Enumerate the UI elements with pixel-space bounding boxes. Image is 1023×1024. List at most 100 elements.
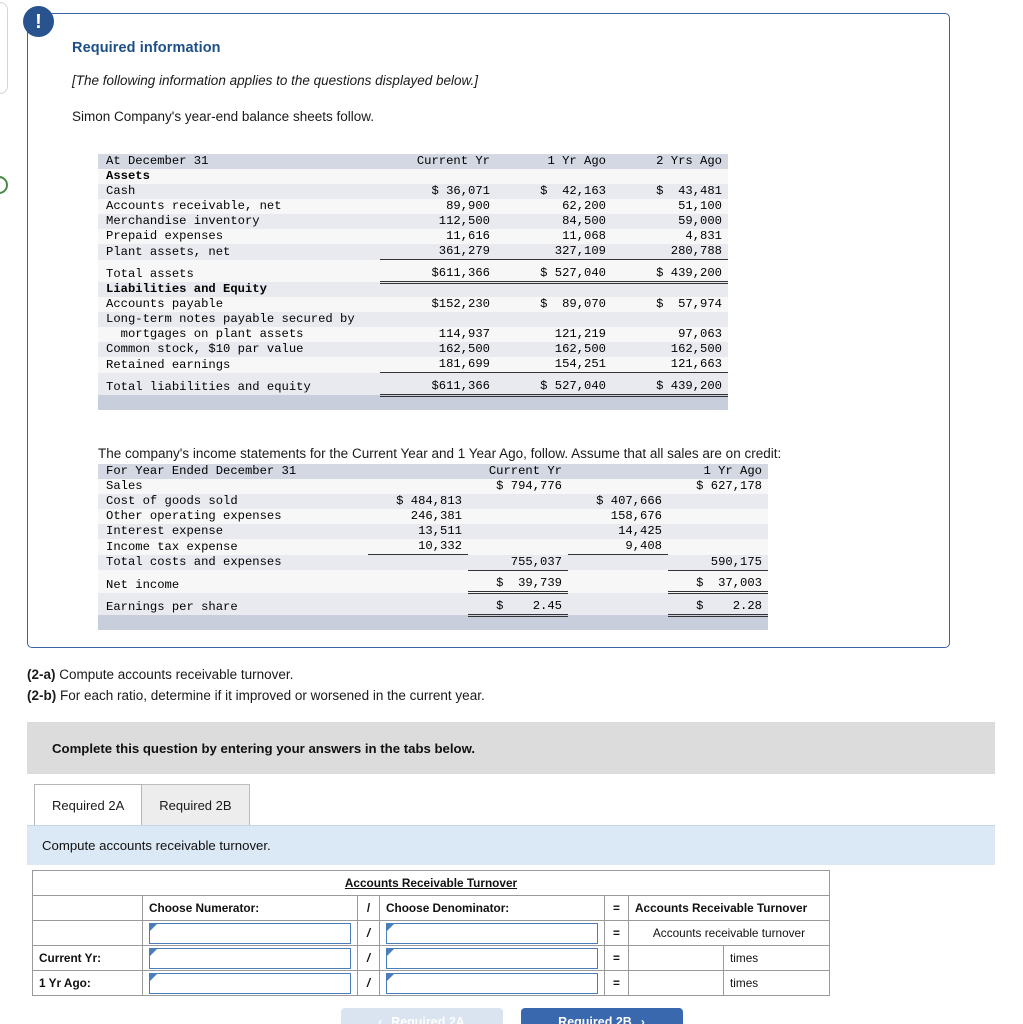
- row-label: Total costs and expenses: [106, 555, 282, 569]
- table-row: Total liabilities and equity $611,366 $ …: [98, 378, 728, 397]
- wizard-navigation: ‹ Required 2A Required 2B ›: [0, 1008, 1023, 1024]
- answer-row-label: [32, 920, 143, 946]
- denominator-select-0[interactable]: [386, 922, 598, 944]
- row-label: Earnings per share: [106, 600, 238, 614]
- answer-header-blank: [32, 895, 143, 921]
- denominator-cell-1[interactable]: [379, 945, 605, 971]
- table-row: Other operating expenses 246,381 158,676: [98, 509, 768, 524]
- table-row: Earnings per share $ 2.45 $ 2.28: [98, 598, 768, 617]
- table-footer-bar: [98, 395, 728, 410]
- bs-header-2yr: 2 Yrs Ago: [612, 154, 728, 169]
- result-value-2[interactable]: [628, 970, 724, 996]
- instruction-banner: Complete this question by entering your …: [27, 722, 995, 774]
- table-row: 1 Yr Ago: / = times: [32, 970, 830, 996]
- cell-value: 112,500: [438, 214, 490, 228]
- cell-value: $ 527,040: [496, 265, 612, 284]
- numerator-cell-0[interactable]: [142, 920, 358, 946]
- answer-table-title-cell: Accounts Receivable Turnover: [32, 870, 830, 896]
- table-row: Total costs and expenses 755,037 590,175: [98, 554, 768, 571]
- page-title: Required information: [72, 40, 221, 56]
- question-2b-number: (2-b): [27, 687, 57, 703]
- row-label: Common stock, $10 par value: [106, 342, 304, 356]
- cell-value: 755,037: [468, 554, 568, 571]
- tab-label: Required 2B: [159, 797, 232, 813]
- slash-0: /: [357, 920, 380, 946]
- cell-value: 11,616: [446, 229, 490, 243]
- cell-value: 280,788: [612, 244, 728, 260]
- previous-required-2a-button[interactable]: ‹ Required 2A: [340, 1008, 503, 1024]
- bs-header-current: Current Yr: [380, 154, 496, 169]
- table-row: At December 31 Current Yr 1 Yr Ago 2 Yrs…: [98, 154, 728, 169]
- row-label: Net income: [106, 577, 180, 592]
- numerator-select-0[interactable]: [149, 922, 351, 944]
- table-row: Cost of goods sold $ 484,813 $ 407,666: [98, 494, 768, 509]
- cell-value: $ 2.28: [668, 598, 768, 617]
- cell-value: $ 43,481: [656, 184, 722, 198]
- answer-table-title: Accounts Receivable Turnover: [344, 876, 518, 890]
- numerator-select-1[interactable]: [149, 947, 351, 969]
- tab-label: Required 2A: [52, 797, 125, 813]
- result-unit-2: times: [723, 970, 830, 996]
- tab-required-2a[interactable]: Required 2A: [34, 784, 143, 825]
- cell-value: [568, 599, 668, 616]
- cell-value: 11,068: [562, 229, 606, 243]
- cell-value: $611,366: [380, 265, 496, 284]
- cell-value: $ 2.45: [468, 598, 568, 617]
- table-row: Accounts payable $152,230 $ 89,070 $ 57,…: [98, 297, 728, 312]
- next-required-2b-button[interactable]: Required 2B ›: [520, 1008, 683, 1024]
- cell-value: [568, 555, 668, 571]
- tab-required-2b[interactable]: Required 2B: [141, 784, 250, 825]
- accounts-receivable-turnover-table: Accounts Receivable Turnover Choose Nume…: [32, 870, 830, 996]
- result-value-1[interactable]: [628, 945, 724, 971]
- table-row: Accounts Receivable Turnover: [32, 870, 830, 896]
- answer-header-denominator: Choose Denominator:: [379, 895, 605, 921]
- table-row: For Year Ended December 31 Current Yr 1 …: [98, 464, 768, 479]
- question-2a-text: Compute accounts receivable turnover.: [55, 667, 294, 682]
- cell-value: 158,676: [610, 509, 662, 523]
- equals-2: =: [604, 970, 629, 996]
- table-row: / = Accounts receivable turnover: [32, 920, 830, 946]
- question-2a-number: (2-a): [27, 667, 56, 682]
- instruction-text: Complete this question by entering your …: [52, 740, 476, 756]
- question-2a: (2-a) Compute accounts receivable turnov…: [27, 665, 485, 686]
- result-unit-1: times: [723, 945, 830, 971]
- cell-value: 114,937: [438, 327, 490, 341]
- answer-row-label-1-yr-ago: 1 Yr Ago:: [32, 970, 143, 996]
- row-label: Interest expense: [106, 524, 224, 538]
- numerator-cell-2[interactable]: [142, 970, 358, 996]
- previous-button-label: Required 2A: [391, 1015, 465, 1024]
- denominator-cell-2[interactable]: [379, 970, 605, 996]
- cell-value: 154,251: [496, 357, 612, 373]
- row-label: Accounts receivable, net: [106, 199, 282, 213]
- table-row: Cash $ 36,071 $ 42,163 $ 43,481: [98, 184, 728, 199]
- row-label: Cash: [106, 184, 136, 198]
- answer-header-slash: /: [357, 895, 380, 921]
- row-label: Plant assets, net: [106, 244, 231, 259]
- denominator-cell-0[interactable]: [379, 920, 605, 946]
- table-row: Income tax expense 10,332 9,408: [98, 539, 768, 555]
- numerator-cell-1[interactable]: [142, 945, 358, 971]
- chevron-left-icon: ‹: [378, 1015, 383, 1024]
- question-prompts: (2-a) Compute accounts receivable turnov…: [27, 665, 485, 707]
- bs-header-1yr: 1 Yr Ago: [496, 154, 612, 169]
- is-header-1yr: 1 Yr Ago: [668, 464, 768, 479]
- cell-value: 181,699: [380, 357, 496, 373]
- exclamation-icon: !: [23, 6, 54, 37]
- cell-value: [668, 524, 768, 539]
- table-row: Current Yr: / = times: [32, 945, 830, 971]
- cell-value: [468, 509, 568, 524]
- denominator-select-1[interactable]: [386, 947, 598, 969]
- answer-header-numerator: Choose Numerator:: [142, 895, 358, 921]
- row-label: Total assets: [106, 267, 194, 281]
- cell-value: 13,511: [418, 524, 462, 538]
- cell-value: $ 484,813: [396, 494, 462, 508]
- tab-panel-header: Compute accounts receivable turnover.: [27, 825, 995, 865]
- cell-value: 59,000: [678, 214, 722, 228]
- tab-panel-text: Compute accounts receivable turnover.: [42, 838, 271, 853]
- row-label: Total liabilities and equity: [106, 380, 311, 394]
- cell-value: $ 794,776: [496, 479, 562, 493]
- denominator-select-2[interactable]: [386, 972, 598, 994]
- required-information-panel: Required information [The following info…: [27, 13, 950, 648]
- cell-value: 327,109: [496, 244, 612, 260]
- numerator-select-2[interactable]: [149, 972, 351, 994]
